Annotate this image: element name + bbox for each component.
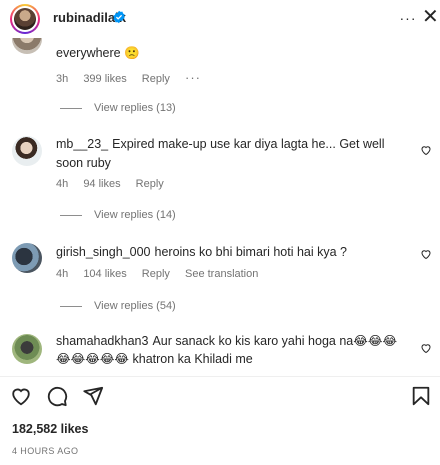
comment-text-continued: 😂😂😂😂😂 khatron ka Khiladi me xyxy=(56,352,253,366)
profile-avatar[interactable] xyxy=(10,4,40,34)
verified-badge-icon xyxy=(113,10,125,24)
close-button[interactable]: ✕ xyxy=(422,6,439,28)
reply-button[interactable]: Reply xyxy=(142,73,170,85)
commenter-avatar[interactable] xyxy=(12,136,42,166)
comment-username[interactable]: mb__23_ xyxy=(56,137,108,151)
comment-username[interactable]: girish_singh_000 xyxy=(56,245,151,259)
view-replies-button[interactable]: View replies (14) xyxy=(60,209,176,221)
comment-text: shamahadkhan3 Aur sanack ko kis karo yahi… xyxy=(56,334,398,348)
post-timestamp: 4 HOURS AGO xyxy=(12,446,79,456)
commenter-avatar[interactable] xyxy=(12,243,42,273)
see-translation-button[interactable]: See translation xyxy=(185,268,258,280)
comment-likes[interactable]: 94 likes xyxy=(83,178,120,190)
comments-list[interactable]: everywhere 🙁 3h 399 likes Reply ··· View… xyxy=(0,38,440,376)
share-send-icon[interactable] xyxy=(82,385,104,407)
like-heart-icon[interactable] xyxy=(10,385,32,407)
comment-likes[interactable]: 104 likes xyxy=(83,268,126,280)
comment-meta: 4h 94 likes Reply xyxy=(56,178,176,190)
commenter-avatar[interactable] xyxy=(12,38,42,54)
heart-icon[interactable] xyxy=(420,342,432,354)
reply-button[interactable]: Reply xyxy=(142,268,170,280)
likes-count[interactable]: 182,582 likes xyxy=(12,422,88,436)
comment-text: mb__23_ Expired make-up use kar diya lagt… xyxy=(56,137,385,170)
comment-time: 4h xyxy=(56,268,69,280)
view-replies-button[interactable]: View replies (13) xyxy=(60,102,176,114)
comment-meta: 3h 399 likes Reply ··· xyxy=(56,70,213,85)
comment-time: 4h xyxy=(56,178,69,190)
heart-icon[interactable] xyxy=(420,144,432,156)
comment-meta: 4h 104 likes Reply See translation xyxy=(56,268,270,280)
comment-text: girish_singh_000 heroins ko bhi bimari ho… xyxy=(56,245,347,259)
post-header: rubinadilaik ··· ✕ xyxy=(0,0,440,38)
comment-time: 3h xyxy=(56,73,69,85)
save-bookmark-icon[interactable] xyxy=(410,385,432,407)
view-replies-button[interactable]: View replies (54) xyxy=(60,300,176,312)
comment-likes[interactable]: 399 likes xyxy=(83,73,126,85)
comment-text: everywhere 🙁 xyxy=(56,46,140,60)
heart-icon[interactable] xyxy=(420,248,432,260)
comment-username[interactable]: shamahadkhan3 xyxy=(56,334,148,348)
reply-button[interactable]: Reply xyxy=(136,178,164,190)
commenter-avatar[interactable] xyxy=(12,334,42,364)
comment-more-button[interactable]: ··· xyxy=(185,70,201,85)
comment-bubble-icon[interactable] xyxy=(46,385,68,407)
more-options-button[interactable]: ··· xyxy=(398,10,418,26)
post-actions: 182,582 likes 4 HOURS AGO xyxy=(0,376,440,465)
